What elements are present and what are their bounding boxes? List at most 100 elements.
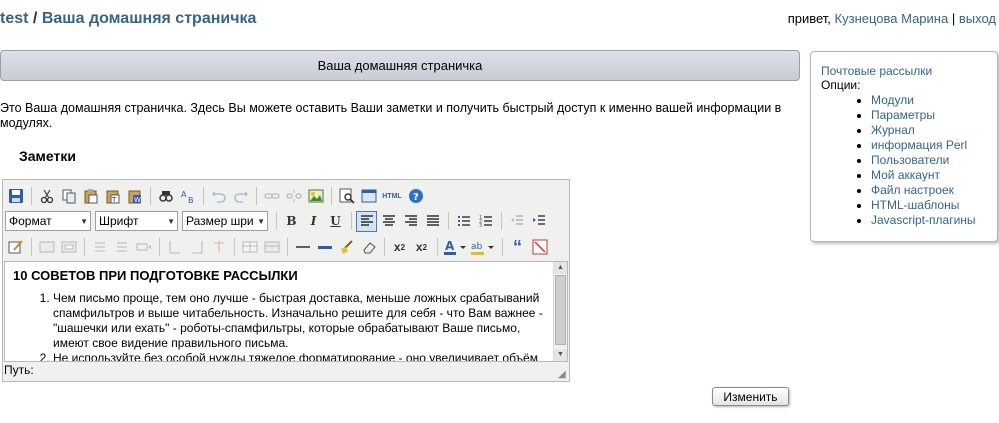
format-select[interactable]: Формат ▼ [5,211,91,231]
toolbar-separator [203,187,204,205]
svg-text:B: B [188,196,194,204]
toolbar-separator [384,238,385,256]
move-backward-icon[interactable] [111,237,132,258]
sidebar-item-html-templates[interactable]: HTML-шаблоны [871,198,959,212]
svg-text:W: W [134,196,141,204]
toolbar-separator [234,238,235,256]
table-cell-icon[interactable] [208,237,229,258]
undo-icon[interactable] [208,186,229,207]
html-source-icon[interactable]: HTML [380,186,404,207]
toolbar-separator [31,238,32,256]
highlight-color-icon[interactable]: ab [469,237,497,258]
breadcrumb-root-link[interactable]: test [0,10,28,27]
absolute-layer-icon[interactable] [58,237,79,258]
superscript-icon[interactable]: x2 [411,237,432,258]
fullscreen-icon[interactable] [358,186,379,207]
advanced-hr-icon[interactable] [314,237,335,258]
link-icon[interactable] [261,186,282,207]
underline-icon[interactable]: U [325,211,346,232]
insert-layer-icon[interactable] [36,237,57,258]
subscript-icon[interactable]: x2 [389,237,410,258]
cleanup-icon[interactable] [336,237,357,258]
move-forward-icon[interactable] [89,237,110,258]
size-select[interactable]: Размер шри ▼ [182,211,268,231]
font-select[interactable]: Шрифт ▼ [95,211,178,231]
sidebar-item-users[interactable]: Пользователи [871,153,949,167]
text-color-icon[interactable]: A [442,237,468,258]
save-icon[interactable] [5,186,26,207]
sidebar-title-link[interactable]: Почтовые рассылки [821,64,932,78]
toolbar-separator [159,238,160,256]
numbered-list-icon[interactable]: 123 [475,211,496,232]
table-merge-icon[interactable] [186,237,207,258]
page-title: Ваша домашняя страничка [0,50,800,81]
bold-icon[interactable]: B [281,211,302,232]
table-props-icon[interactable] [261,237,282,258]
preview-icon[interactable] [336,186,357,207]
logout-link[interactable]: выход [959,11,996,26]
insert-row-icon[interactable] [133,237,154,258]
outdent-icon[interactable] [506,211,527,232]
copy-icon[interactable] [58,186,79,207]
align-center-icon[interactable] [378,211,399,232]
paste-text-icon[interactable]: T [102,186,123,207]
sidebar-item-settings-file[interactable]: Файл настроек [871,183,954,197]
align-justify-icon[interactable] [422,211,443,232]
font-select-value: Шрифт [99,214,139,228]
breadcrumb-separator: / [32,10,38,27]
bullet-list-icon[interactable] [453,211,474,232]
resize-handle-icon[interactable]: ◢ [558,370,568,380]
help-icon[interactable]: ? [405,186,426,207]
align-right-icon[interactable] [400,211,421,232]
toolbar-separator [501,212,502,230]
table-split-icon[interactable] [164,237,185,258]
format-select-value: Формат [9,214,52,228]
italic-icon[interactable]: I [303,211,324,232]
editor-document: 10 СОВЕТОВ ПРИ ПОДГОТОВКЕ РАССЫЛКИ Чем п… [5,262,553,361]
html-button-label: HTML [382,192,402,200]
sidebar-item-perl-info[interactable]: информация Perl [871,138,967,152]
paste-icon[interactable] [80,186,101,207]
toolbar-separator [287,238,288,256]
redo-icon[interactable] [230,186,251,207]
blockquote-icon[interactable]: “ [507,237,528,258]
scroll-up-icon[interactable]: ▲ [554,262,567,274]
edit-css-icon[interactable] [5,237,26,258]
tips-list: Чем письмо проще, тем оно лучше - быстра… [13,291,545,361]
save-changes-button[interactable]: Изменить [712,387,789,406]
paste-word-icon[interactable]: W [124,186,145,207]
find-icon[interactable] [155,186,176,207]
nonbreaking-space-icon[interactable] [529,237,550,258]
replace-icon[interactable]: AB [177,186,198,207]
toolbar-separator [276,212,277,230]
sidebar-item-modules[interactable]: Модули [871,93,914,107]
toolbar-separator [84,238,85,256]
sidebar-item-log[interactable]: Журнал [871,123,915,137]
sidebar-item-js-plugins[interactable]: Javascript-плагины [871,213,976,227]
editor-scrollbar[interactable]: ▲ ▼ [553,262,567,361]
breadcrumb-current-link[interactable]: Ваша домашняя страничка [42,10,257,27]
scroll-down-icon[interactable]: ▼ [554,349,567,361]
indent-icon[interactable] [528,211,549,232]
remove-format-icon[interactable] [358,237,379,258]
user-profile-link[interactable]: Кузнецова Марина [835,11,949,26]
align-left-icon[interactable] [356,210,377,232]
toolbar-separator [351,212,352,230]
editor-content-area[interactable]: 10 СОВЕТОВ ПРИ ПОДГОТОВКЕ РАССЫЛКИ Чем п… [4,261,568,362]
toolbar-row-3: x2 x2 A ab “ [5,235,551,259]
list-item: Чем письмо проще, тем оно лучше - быстра… [53,291,545,351]
table-icon[interactable] [239,237,260,258]
toolbar-separator [256,187,257,205]
image-icon[interactable] [305,186,326,207]
sidebar-item-parameters[interactable]: Параметры [871,108,935,122]
unlink-icon[interactable] [283,186,304,207]
sidebar-item-my-account[interactable]: Мой аккаунт [871,168,940,182]
horizontal-rule-icon[interactable] [292,237,313,258]
scroll-thumb[interactable] [555,275,566,345]
breadcrumb: test / Ваша домашняя страничка [0,10,256,28]
cut-icon[interactable] [36,186,57,207]
userbar-separator: | [951,11,956,26]
toolbar-separator [437,238,438,256]
svg-text:T: T [111,196,117,204]
intro-text: Это Ваша домашняя страничка. Здесь Вы мо… [0,101,782,130]
